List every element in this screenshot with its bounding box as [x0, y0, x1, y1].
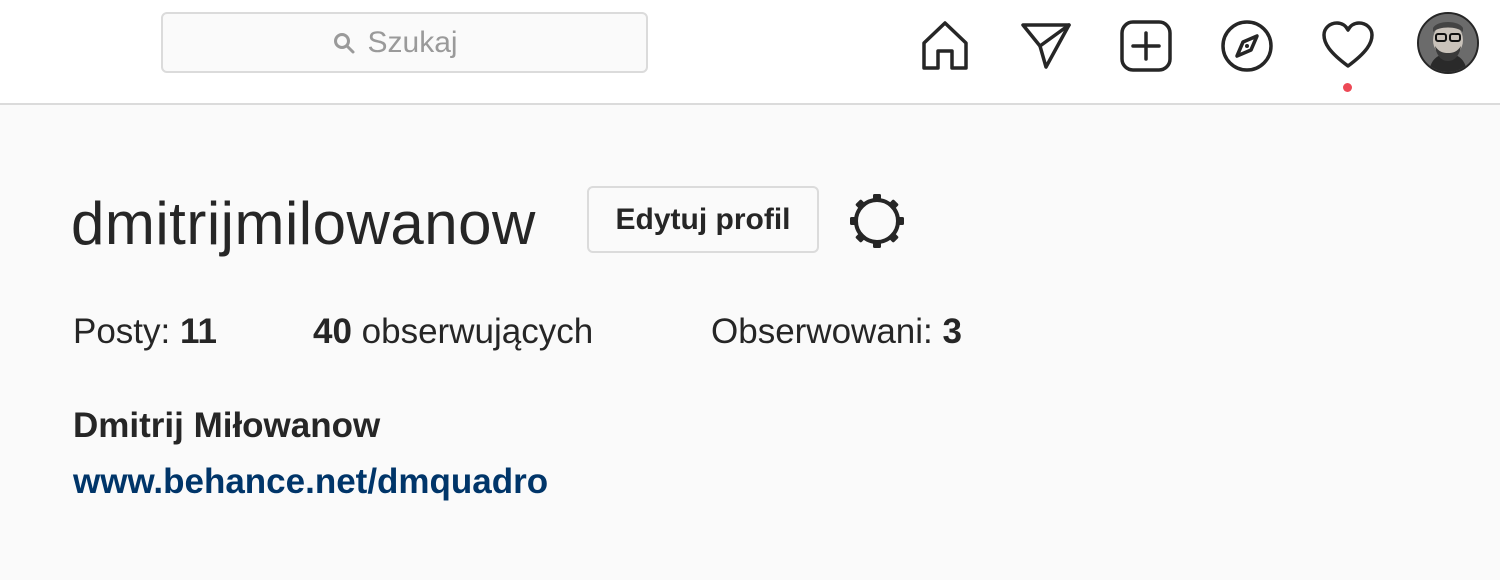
following-count: 3 [942, 312, 962, 351]
followers-stat[interactable]: 40 obserwujących [313, 311, 593, 353]
posts-count: 11 [179, 312, 217, 351]
home-icon[interactable] [917, 18, 973, 74]
notification-dot [1343, 83, 1352, 92]
following-label: Obserwowani: [711, 312, 943, 351]
paper-plane-icon[interactable] [1018, 18, 1074, 74]
plus-square-icon[interactable] [1118, 18, 1174, 74]
following-stat[interactable]: Obserwowani: 3 [711, 311, 962, 353]
posts-stat: Posty: 11 [73, 311, 217, 353]
top-navigation-bar [0, 0, 1500, 105]
edit-profile-button[interactable]: Edytuj profil [587, 186, 819, 253]
followers-label: obserwujących [351, 312, 594, 351]
posts-label: Posty: [73, 312, 180, 351]
heart-icon[interactable] [1320, 18, 1376, 74]
gear-icon[interactable] [848, 192, 906, 250]
search-inner [332, 25, 478, 60]
compass-icon[interactable] [1219, 18, 1275, 74]
search-input[interactable] [367, 25, 478, 60]
followers-count: 40 [313, 312, 352, 351]
profile-full-name: Dmitrij Miłowanow [73, 406, 381, 445]
avatar[interactable] [1417, 12, 1479, 74]
profile-website-link[interactable]: www.behance.net/dmquadro [73, 461, 548, 503]
search-box[interactable] [161, 12, 648, 73]
profile-username: dmitrijmilowanow [71, 190, 536, 257]
search-icon [332, 31, 356, 55]
